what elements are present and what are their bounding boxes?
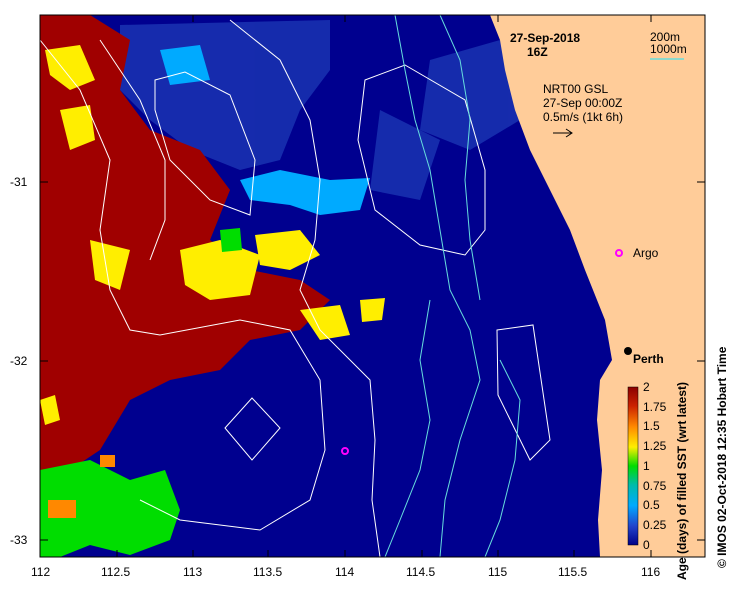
colorbar-gradient: [627, 386, 639, 546]
map-date: 27-Sep-2018: [510, 31, 580, 45]
current-time: 27-Sep 00:00Z: [543, 96, 622, 110]
x-tick-label: 112: [31, 565, 50, 579]
colorbar-tick: 1.5: [643, 419, 660, 433]
x-tick-label: 116: [641, 565, 660, 579]
x-tick-label: 112.5: [101, 565, 130, 579]
x-tick-label: 113: [183, 565, 202, 579]
argo-label: Argo: [633, 246, 659, 260]
current-scale: 0.5m/s (1kt 6h): [543, 110, 623, 124]
colorbar-tick: 1.25: [643, 439, 667, 453]
map-plot: Argo Perth 27-Sep-2018 16Z 200m 1000m NR…: [40, 15, 705, 557]
current-source: NRT00 GSL: [543, 82, 608, 96]
x-tick-label: 113.5: [253, 565, 282, 579]
x-tick-label: 115.5: [558, 565, 587, 579]
map-time: 16Z: [527, 45, 548, 59]
y-tick-label: -32: [10, 354, 28, 368]
colorbar-tick: 0.25: [643, 518, 667, 532]
colorbar-tick: 1: [643, 459, 650, 473]
colorbar-label: Age (days) of filled SST (wrt latest): [675, 382, 689, 580]
x-tick-label: 114: [335, 565, 354, 579]
x-tick-label: 114.5: [406, 565, 435, 579]
y-tick-label: -31: [10, 175, 28, 189]
depth-legend-1000m: 1000m: [650, 42, 687, 56]
perth-city-marker[interactable]: [624, 347, 632, 355]
colorbar-tick: 2: [643, 380, 650, 394]
x-tick-label: 115: [488, 565, 507, 579]
colorbar-tick: 0.75: [643, 479, 667, 493]
colorbar-tick: 1.75: [643, 400, 667, 414]
colorbar-tick: 0: [643, 538, 650, 552]
perth-label: Perth: [633, 352, 664, 366]
colorbar-tick: 0.5: [643, 498, 660, 512]
colorbar: [627, 386, 639, 546]
y-tick-label: -33: [10, 533, 28, 547]
imos-credit: © IMOS 02-Oct-2018 12:35 Hobart Time: [715, 346, 729, 568]
